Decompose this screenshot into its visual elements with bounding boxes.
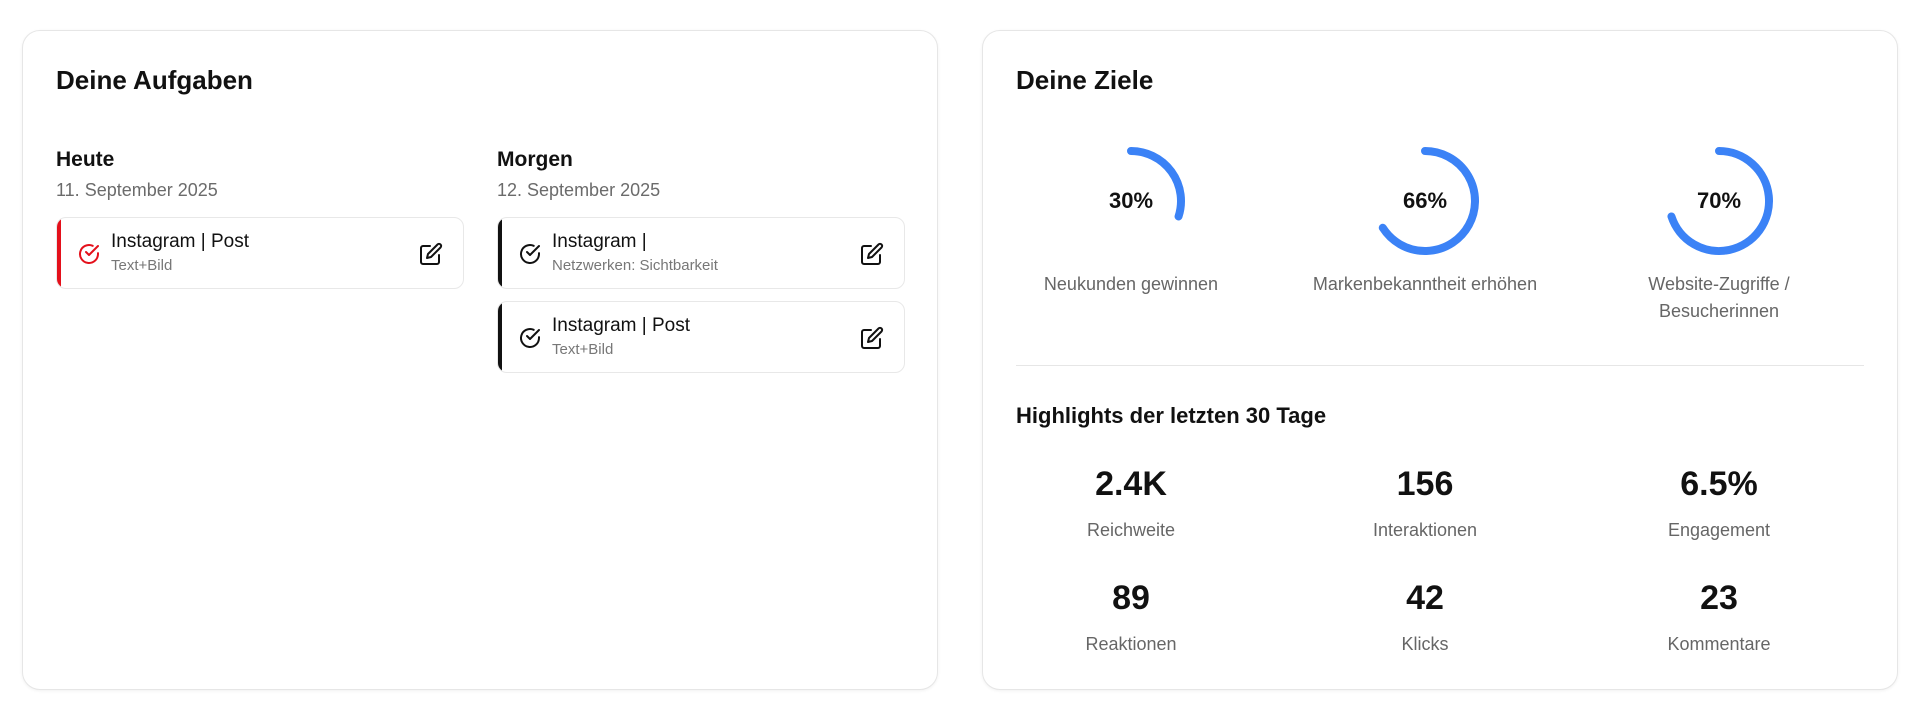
goal-progress-ring: 30% <box>1071 141 1191 261</box>
tomorrow-task-list: Instagram | Netzwerken: Sichtbarkeit Ins… <box>497 217 905 373</box>
goal-item: 66% Markenbekanntheit erhöhen <box>1280 141 1570 298</box>
task-card[interactable]: Instagram | Post Text+Bild <box>56 217 464 289</box>
task-subtitle: Text+Bild <box>111 257 173 274</box>
today-task-list: Instagram | Post Text+Bild <box>56 217 464 289</box>
goal-progress-ring: 66% <box>1365 141 1485 261</box>
tasks-title: Deine Aufgaben <box>56 65 253 95</box>
metric-value: 42 <box>1406 579 1444 617</box>
task-subtitle: Netzwerken: Sichtbarkeit <box>552 257 718 274</box>
task-priority-bar <box>57 218 61 288</box>
task-name: Instagram | Post <box>111 231 249 252</box>
edit-pencil-icon[interactable] <box>419 242 443 266</box>
goal-label: Website-Zugriffe / Besucherinnen <box>1648 274 1790 321</box>
metric-label: Reaktionen <box>1085 634 1177 654</box>
goal-label: Neukunden gewinnen <box>1043 274 1219 294</box>
today-title: Heute <box>56 148 115 171</box>
check-circle-icon[interactable] <box>518 242 542 266</box>
metric-reaktionen: 89 Reaktionen <box>986 577 1276 655</box>
goal-item: 30% Neukunden gewinnen <box>986 141 1276 298</box>
check-circle-icon[interactable] <box>518 326 542 350</box>
edit-pencil-icon[interactable] <box>860 326 884 350</box>
task-name: Instagram | <box>552 231 647 252</box>
tomorrow-column: Morgen 12. September 2025 Instagram | Ne… <box>497 147 905 385</box>
goal-progress-ring: 70% <box>1659 141 1779 261</box>
today-column: Heute 11. September 2025 Instagram | Pos… <box>56 147 464 301</box>
task-priority-bar <box>498 302 502 372</box>
goal-label: Markenbekanntheit erhöhen <box>1312 274 1538 294</box>
metric-value: 2.4K <box>1095 465 1167 503</box>
task-name: Instagram | Post <box>552 315 690 336</box>
metric-label: Klicks <box>1401 634 1449 654</box>
metric-value: 6.5% <box>1680 465 1758 503</box>
section-divider <box>1016 365 1864 366</box>
task-subtitle: Text+Bild <box>552 341 614 358</box>
metric-reichweite: 2.4K Reichweite <box>986 463 1276 541</box>
metric-label: Interaktionen <box>1372 520 1478 540</box>
metric-interaktionen: 156 Interaktionen <box>1280 463 1570 541</box>
goal-item: 70% Website-Zugriffe / Besucherinnen <box>1574 141 1864 325</box>
highlights-title: Highlights der letzten 30 Tage <box>1016 403 1327 428</box>
metric-klicks: 42 Klicks <box>1280 577 1570 655</box>
metric-kommentare: 23 Kommentare <box>1574 577 1864 655</box>
goals-row: 30% Neukunden gewinnen 66% Markenbekannt… <box>983 141 1899 351</box>
edit-pencil-icon[interactable] <box>860 242 884 266</box>
check-circle-icon[interactable] <box>77 242 101 266</box>
goal-percent: 66% <box>1402 188 1448 213</box>
goals-title: Deine Ziele <box>1016 65 1154 95</box>
metric-value: 89 <box>1112 579 1150 617</box>
metric-value: 23 <box>1700 579 1738 617</box>
task-card[interactable]: Instagram | Post Text+Bild <box>497 301 905 373</box>
goals-card: Deine Ziele 30% Neukunden gewinnen 66% M… <box>982 30 1898 690</box>
tasks-card: Deine Aufgaben Heute 11. September 2025 … <box>22 30 938 690</box>
goal-percent: 70% <box>1696 188 1742 213</box>
tomorrow-title: Morgen <box>497 148 573 171</box>
metric-engagement: 6.5% Engagement <box>1574 463 1864 541</box>
metric-label: Kommentare <box>1667 634 1771 654</box>
today-date: 11. September 2025 <box>56 180 218 200</box>
metric-label: Reichweite <box>1086 520 1176 540</box>
tomorrow-date: 12. September 2025 <box>497 180 661 200</box>
metric-label: Engagement <box>1667 520 1771 540</box>
task-priority-bar <box>498 218 502 288</box>
metric-value: 156 <box>1396 465 1454 503</box>
task-card[interactable]: Instagram | Netzwerken: Sichtbarkeit <box>497 217 905 289</box>
goal-percent: 30% <box>1108 188 1154 213</box>
